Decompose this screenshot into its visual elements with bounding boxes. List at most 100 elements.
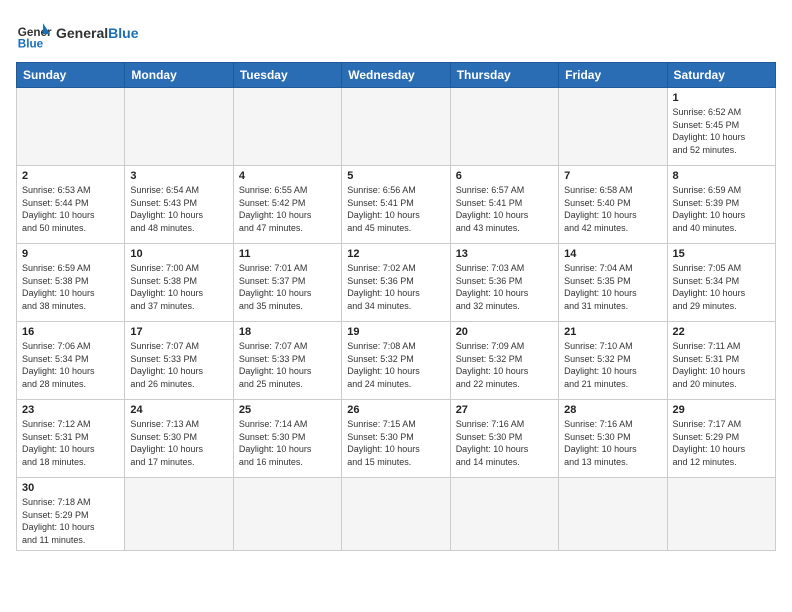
calendar-cell: 26Sunrise: 7:15 AM Sunset: 5:30 PM Dayli… [342, 400, 450, 478]
day-number: 1 [673, 92, 770, 104]
calendar-cell [233, 478, 341, 551]
logo: General Blue GeneralBlue [16, 16, 138, 52]
calendar-cell: 5Sunrise: 6:56 AM Sunset: 5:41 PM Daylig… [342, 166, 450, 244]
weekday-header-friday: Friday [559, 63, 667, 88]
calendar-cell: 12 Sunrise: 7:02 AM Sunset: 5:36 PM Dayli… [342, 244, 450, 322]
calendar-cell: 19 Sunrise: 7:08 AM Sunset: 5:32 PM Dayli… [342, 322, 450, 400]
calendar-cell: 20 Sunrise: 7:09 AM Sunset: 5:32 PM Dayli… [450, 322, 558, 400]
day-number: 3 [130, 170, 227, 182]
day-number: 29 [673, 404, 770, 416]
day-number: 22 [673, 326, 770, 338]
calendar-cell: 4 Sunrise: 6:55 AM Sunset: 5:42 PM Daylig… [233, 166, 341, 244]
day-number: 23 [22, 404, 119, 416]
calendar-cell: 25Sunrise: 7:14 AM Sunset: 5:30 PM Dayli… [233, 400, 341, 478]
day-info: Sunrise: 6:58 AM Sunset: 5:40 PM Dayligh… [564, 184, 661, 234]
weekday-header-wednesday: Wednesday [342, 63, 450, 88]
day-info: Sunrise: 7:01 AM Sunset: 5:37 PM Dayligh… [239, 262, 336, 312]
day-info: Sunrise: 7:10 AM Sunset: 5:32 PM Dayligh… [564, 340, 661, 390]
calendar-cell [342, 88, 450, 166]
day-info: Sunrise: 7:00 AM Sunset: 5:38 PM Dayligh… [130, 262, 227, 312]
day-info: Sunrise: 7:13 AM Sunset: 5:30 PM Dayligh… [130, 418, 227, 468]
day-number: 6 [456, 170, 553, 182]
day-info: Sunrise: 7:17 AM Sunset: 5:29 PM Dayligh… [673, 418, 770, 468]
day-number: 7 [564, 170, 661, 182]
calendar-page: General Blue GeneralBlue SundayMondayTue… [0, 0, 792, 612]
calendar-cell: 6 Sunrise: 6:57 AM Sunset: 5:41 PM Daylig… [450, 166, 558, 244]
day-info: Sunrise: 7:11 AM Sunset: 5:31 PM Dayligh… [673, 340, 770, 390]
day-number: 15 [673, 248, 770, 260]
weekday-header-monday: Monday [125, 63, 233, 88]
day-info: Sunrise: 7:06 AM Sunset: 5:34 PM Dayligh… [22, 340, 119, 390]
calendar-cell: 18Sunrise: 7:07 AM Sunset: 5:33 PM Dayli… [233, 322, 341, 400]
calendar-week-0: 1 Sunrise: 6:52 AM Sunset: 5:45 PM Daylig… [17, 88, 776, 166]
day-info: Sunrise: 7:04 AM Sunset: 5:35 PM Dayligh… [564, 262, 661, 312]
calendar-table: SundayMondayTuesdayWednesdayThursdayFrid… [16, 62, 776, 551]
day-info: Sunrise: 6:55 AM Sunset: 5:42 PM Dayligh… [239, 184, 336, 234]
calendar-cell: 21Sunrise: 7:10 AM Sunset: 5:32 PM Dayli… [559, 322, 667, 400]
day-number: 26 [347, 404, 444, 416]
weekday-header-thursday: Thursday [450, 63, 558, 88]
day-info: Sunrise: 7:12 AM Sunset: 5:31 PM Dayligh… [22, 418, 119, 468]
calendar-cell: 7 Sunrise: 6:58 AM Sunset: 5:40 PM Daylig… [559, 166, 667, 244]
calendar-week-3: 16Sunrise: 7:06 AM Sunset: 5:34 PM Dayli… [17, 322, 776, 400]
weekday-header-saturday: Saturday [667, 63, 775, 88]
calendar-cell [125, 88, 233, 166]
weekday-row: SundayMondayTuesdayWednesdayThursdayFrid… [17, 63, 776, 88]
calendar-cell [559, 478, 667, 551]
calendar-cell: 11 Sunrise: 7:01 AM Sunset: 5:37 PM Dayli… [233, 244, 341, 322]
day-number: 28 [564, 404, 661, 416]
day-number: 8 [673, 170, 770, 182]
calendar-header: SundayMondayTuesdayWednesdayThursdayFrid… [17, 63, 776, 88]
weekday-header-tuesday: Tuesday [233, 63, 341, 88]
day-info: Sunrise: 6:54 AM Sunset: 5:43 PM Dayligh… [130, 184, 227, 234]
calendar-cell [125, 478, 233, 551]
day-number: 17 [130, 326, 227, 338]
day-number: 14 [564, 248, 661, 260]
calendar-cell: 8 Sunrise: 6:59 AM Sunset: 5:39 PM Daylig… [667, 166, 775, 244]
day-number: 25 [239, 404, 336, 416]
day-info: Sunrise: 6:56 AM Sunset: 5:41 PM Dayligh… [347, 184, 444, 234]
calendar-cell: 2Sunrise: 6:53 AM Sunset: 5:44 PM Daylig… [17, 166, 125, 244]
calendar-cell: 14 Sunrise: 7:04 AM Sunset: 5:35 PM Dayli… [559, 244, 667, 322]
day-info: Sunrise: 7:09 AM Sunset: 5:32 PM Dayligh… [456, 340, 553, 390]
day-number: 11 [239, 248, 336, 260]
day-number: 24 [130, 404, 227, 416]
day-info: Sunrise: 6:59 AM Sunset: 5:39 PM Dayligh… [673, 184, 770, 234]
day-number: 18 [239, 326, 336, 338]
day-info: Sunrise: 6:59 AM Sunset: 5:38 PM Dayligh… [22, 262, 119, 312]
day-info: Sunrise: 7:18 AM Sunset: 5:29 PM Dayligh… [22, 496, 119, 546]
calendar-cell: 9Sunrise: 6:59 AM Sunset: 5:38 PM Daylig… [17, 244, 125, 322]
day-number: 12 [347, 248, 444, 260]
day-info: Sunrise: 6:53 AM Sunset: 5:44 PM Dayligh… [22, 184, 119, 234]
header: General Blue GeneralBlue [16, 16, 776, 52]
calendar-cell [233, 88, 341, 166]
day-info: Sunrise: 7:16 AM Sunset: 5:30 PM Dayligh… [456, 418, 553, 468]
day-info: Sunrise: 7:08 AM Sunset: 5:32 PM Dayligh… [347, 340, 444, 390]
weekday-header-sunday: Sunday [17, 63, 125, 88]
day-info: Sunrise: 7:02 AM Sunset: 5:36 PM Dayligh… [347, 262, 444, 312]
calendar-cell: 24 Sunrise: 7:13 AM Sunset: 5:30 PM Dayli… [125, 400, 233, 478]
day-number: 10 [130, 248, 227, 260]
calendar-week-4: 23 Sunrise: 7:12 AM Sunset: 5:31 PM Dayli… [17, 400, 776, 478]
day-info: Sunrise: 6:57 AM Sunset: 5:41 PM Dayligh… [456, 184, 553, 234]
calendar-cell [559, 88, 667, 166]
svg-text:Blue: Blue [18, 38, 44, 51]
day-number: 13 [456, 248, 553, 260]
day-number: 19 [347, 326, 444, 338]
day-number: 4 [239, 170, 336, 182]
calendar-cell [450, 478, 558, 551]
calendar-cell: 17Sunrise: 7:07 AM Sunset: 5:33 PM Dayli… [125, 322, 233, 400]
calendar-cell: 23 Sunrise: 7:12 AM Sunset: 5:31 PM Dayli… [17, 400, 125, 478]
calendar-cell [17, 88, 125, 166]
day-number: 30 [22, 482, 119, 494]
calendar-cell: 27Sunrise: 7:16 AM Sunset: 5:30 PM Dayli… [450, 400, 558, 478]
calendar-cell [450, 88, 558, 166]
day-info: Sunrise: 6:52 AM Sunset: 5:45 PM Dayligh… [673, 106, 770, 156]
calendar-week-1: 2Sunrise: 6:53 AM Sunset: 5:44 PM Daylig… [17, 166, 776, 244]
logo-icon: General Blue [16, 16, 52, 52]
day-number: 20 [456, 326, 553, 338]
calendar-cell: 22 Sunrise: 7:11 AM Sunset: 5:31 PM Dayli… [667, 322, 775, 400]
calendar-cell: 1 Sunrise: 6:52 AM Sunset: 5:45 PM Daylig… [667, 88, 775, 166]
day-info: Sunrise: 7:03 AM Sunset: 5:36 PM Dayligh… [456, 262, 553, 312]
calendar-cell: 13 Sunrise: 7:03 AM Sunset: 5:36 PM Dayli… [450, 244, 558, 322]
